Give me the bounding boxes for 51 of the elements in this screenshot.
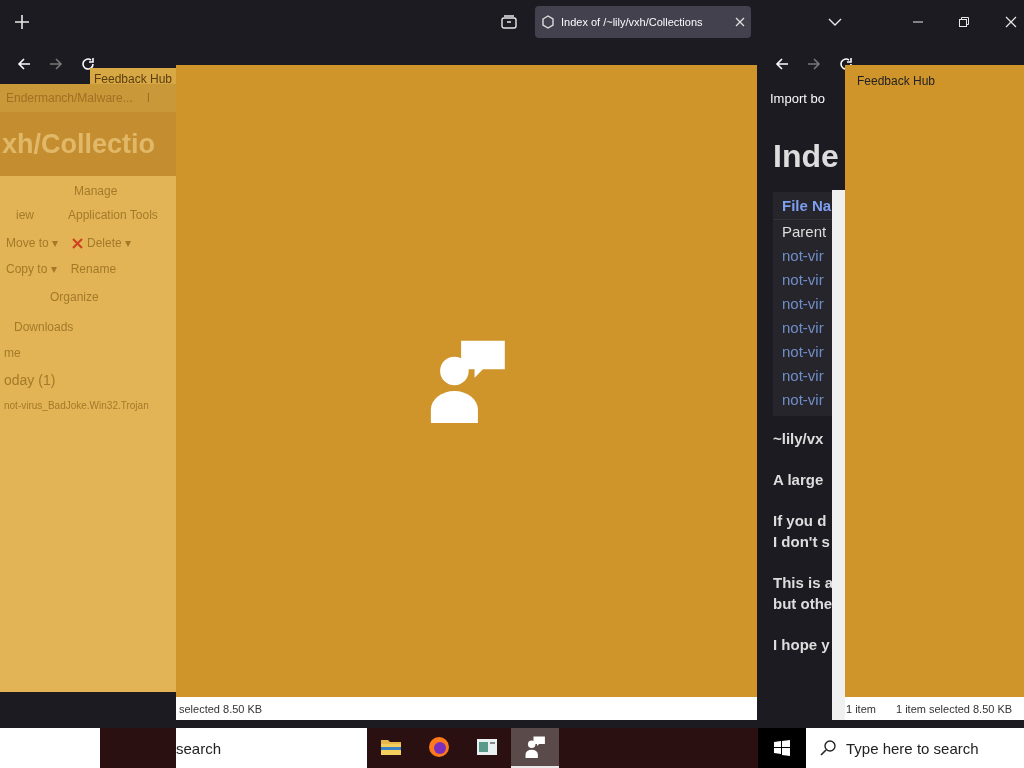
file-link[interactable]: not-vir — [773, 388, 846, 412]
file-link[interactable]: not-vir — [773, 292, 846, 316]
chevron-down-icon[interactable] — [828, 18, 842, 26]
paragraph-line: This is a — [773, 573, 835, 593]
reload-icon[interactable] — [838, 56, 854, 72]
forward-icon[interactable] — [806, 56, 822, 72]
paragraph-line: If you d — [773, 511, 828, 531]
close-icon[interactable] — [1005, 16, 1017, 28]
window-icon — [476, 738, 498, 756]
group-header: oday (1) — [3, 371, 57, 390]
restore-icon[interactable] — [959, 17, 969, 27]
start-button[interactable] — [758, 728, 806, 768]
firefox-icon — [428, 736, 450, 758]
parent-link[interactable]: Parent — [773, 220, 846, 244]
new-tab-icon[interactable] — [15, 15, 29, 29]
file-link[interactable]: not-vir — [773, 268, 846, 292]
file-link[interactable]: not-vir — [773, 244, 846, 268]
folder-icon — [380, 738, 402, 756]
paragraph-line: I don't s — [773, 532, 831, 552]
feedback-icon — [524, 736, 546, 758]
page-heading: xh/Collectio — [0, 112, 176, 176]
back-icon[interactable] — [16, 56, 32, 72]
page-icon — [541, 15, 555, 29]
status-text: 1 item — [846, 702, 876, 715]
import-bookmarks[interactable]: Import bo — [758, 84, 846, 112]
reload-icon[interactable] — [80, 56, 96, 72]
paragraph-line: but othe — [773, 594, 834, 614]
search-field[interactable]: search — [176, 728, 367, 768]
search-icon — [820, 740, 836, 756]
windows-icon — [774, 740, 790, 756]
delete-icon — [72, 237, 84, 249]
tab-list-icon[interactable] — [501, 15, 517, 29]
paragraph-line: A large — [773, 470, 825, 490]
file-link[interactable]: not-vir — [773, 364, 846, 388]
status-text: 1 item selected 8.50 KB — [895, 702, 1013, 715]
paragraph-line: ~lily/vx — [773, 429, 825, 449]
window-title: Feedback Hub — [856, 73, 937, 88]
browser-tab[interactable]: Index of /~lily/vxh/Collections — [535, 6, 751, 38]
file-link[interactable]: not-vir — [773, 316, 846, 340]
search-field[interactable]: Type here to search — [806, 728, 1024, 768]
paragraph-line: I hope y — [773, 635, 831, 655]
back-icon[interactable] — [774, 56, 790, 72]
page-heading: Inde — [772, 137, 840, 176]
forward-icon[interactable] — [48, 56, 64, 72]
close-icon[interactable] — [735, 17, 745, 27]
file-link[interactable]: not-vir — [773, 340, 846, 364]
column-header: me — [3, 345, 22, 362]
taskbar-app[interactable] — [511, 728, 559, 768]
ribbon-group-label: Manage — [73, 183, 119, 198]
status-text: selected 8.50 KB — [176, 697, 757, 720]
group-label: Organize — [49, 289, 100, 306]
